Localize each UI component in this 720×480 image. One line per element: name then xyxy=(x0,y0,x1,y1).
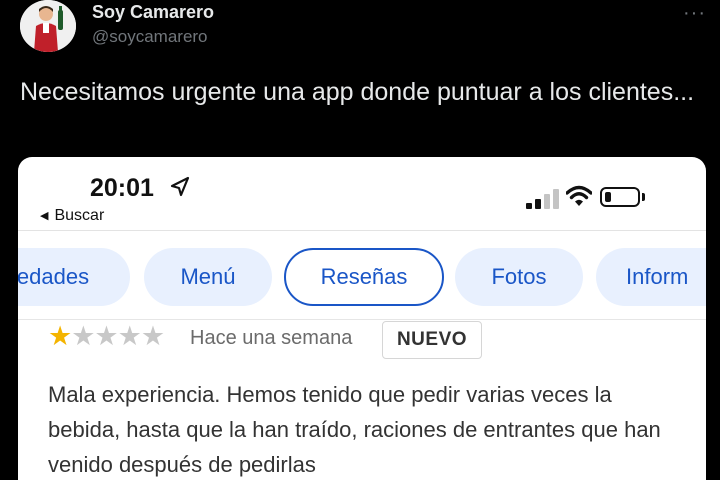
star-filled-icon: ★ xyxy=(48,321,72,351)
review-date: Hace una semana xyxy=(190,327,353,349)
tab-novedades[interactable]: edades xyxy=(18,248,130,306)
more-options-button[interactable]: ··· xyxy=(683,2,706,25)
tab-resenas[interactable]: Reseñas xyxy=(284,248,444,306)
battery-icon xyxy=(600,187,640,207)
author-name[interactable]: Soy Camarero xyxy=(92,2,214,23)
avatar[interactable] xyxy=(20,0,76,52)
battery-tip xyxy=(642,193,645,201)
tab-fotos[interactable]: Fotos xyxy=(455,248,583,306)
wifi-icon xyxy=(566,185,592,206)
status-time: 20:01 xyxy=(90,174,154,202)
tweet-text: Necesitamos urgente una app donde puntua… xyxy=(20,78,695,106)
star-empty-icon: ★★★★ xyxy=(71,321,165,351)
location-arrow-icon xyxy=(170,176,190,197)
back-to-search-link[interactable]: ◀ Buscar xyxy=(40,207,104,225)
back-triangle-icon: ◀ xyxy=(40,210,49,222)
review-text: Mala experiencia. Hemos tenido que pedir… xyxy=(48,382,661,477)
tab-informacion[interactable]: Inform xyxy=(596,248,706,306)
tweet-image[interactable]: 20:01 ◀ Buscar edades Menú Reseñas Fotos … xyxy=(18,157,706,480)
tab-menu[interactable]: Menú xyxy=(144,248,272,306)
new-badge: NUEVO xyxy=(382,321,482,359)
star-rating: ★★★★★ xyxy=(48,321,165,352)
author-handle[interactable]: @soycamarero xyxy=(92,27,208,47)
back-label: Buscar xyxy=(54,207,105,224)
cellular-signal-icon xyxy=(526,189,559,209)
tab-bar: edades Menú Reseñas Fotos Inform xyxy=(18,230,706,320)
